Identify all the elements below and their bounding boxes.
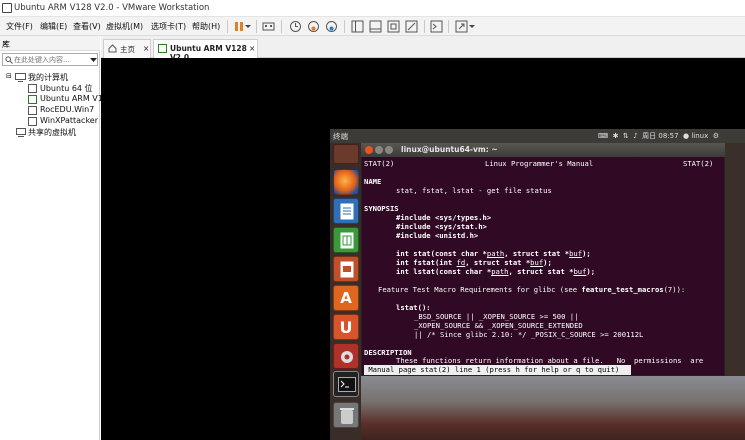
unity-icon[interactable] xyxy=(405,20,418,33)
man-name-heading: NAME xyxy=(364,177,382,186)
send-ctrl-alt-del-icon[interactable] xyxy=(262,20,275,33)
library-panel: 库 × ⊟ 我的计算机 Ubuntu 64 位 Ubuntu ARM V1 Ro… xyxy=(0,36,103,440)
terminal-title-bar[interactable]: linux@ubuntu64-vm: ~ xyxy=(361,143,725,157)
window-title-bar: Ubuntu ARM V128 V2.0 - VMware Workstatio… xyxy=(0,0,745,17)
vm-icon xyxy=(28,117,37,126)
man-status-line: Manual page stat(2) line 1 (press h for … xyxy=(364,365,631,375)
man-description-line: These functions return information about… xyxy=(396,356,704,365)
minimize-icon[interactable] xyxy=(375,146,383,154)
man-proto-stat: int stat(const char *path, struct stat *… xyxy=(396,249,591,258)
maximize-icon[interactable] xyxy=(385,146,393,154)
man-header-center: Linux Programmer's Manual xyxy=(485,159,594,168)
tab-home[interactable]: 主页 × xyxy=(103,39,151,58)
library-search[interactable] xyxy=(2,53,98,66)
user-icon: ● xyxy=(683,132,690,140)
calc-icon[interactable] xyxy=(333,227,359,253)
guest-clock[interactable]: 周日 08:57 xyxy=(642,132,678,140)
revert-snapshot-icon[interactable] xyxy=(307,20,320,33)
search-icon xyxy=(5,56,13,64)
man-lstat-req: lstat(): xyxy=(396,303,431,312)
shared-vms-icon xyxy=(16,128,26,137)
tree-shared-vms[interactable]: 共享的虚拟机 xyxy=(28,127,76,138)
close-icon[interactable]: × xyxy=(249,44,255,53)
menu-file[interactable]: 文件(F) xyxy=(6,21,33,32)
man-include: #include <sys/stat.h> xyxy=(396,222,487,231)
stretch-dropdown-icon[interactable] xyxy=(468,20,476,33)
search-input[interactable] xyxy=(14,55,86,65)
computer-icon xyxy=(15,73,26,82)
snapshot-manager-icon[interactable] xyxy=(325,20,338,33)
console-view-icon[interactable] xyxy=(430,20,443,33)
tree-vm-ubuntu64[interactable]: Ubuntu 64 位 xyxy=(40,83,93,94)
trash-icon[interactable] xyxy=(333,402,359,428)
tab-home-label: 主页 xyxy=(120,45,135,54)
guest-panel-indicators: ⌨ ✱ ⇅ ♪ 周日 08:57 ● linux ⚙ xyxy=(598,131,719,141)
menu-edit[interactable]: 编辑(E) xyxy=(40,21,67,32)
tree-vm-winxp[interactable]: WinXPattacker xyxy=(40,116,98,125)
man-condition: || /* Since glibc 2.10: */ _POSIX_C_SOUR… xyxy=(414,330,644,339)
writer-icon[interactable] xyxy=(333,198,359,224)
dash-icon[interactable] xyxy=(333,144,359,164)
library-header: 库 × xyxy=(0,36,100,51)
snapshot-icon[interactable] xyxy=(289,20,302,33)
vm-running-icon xyxy=(28,95,37,104)
terminal-icon[interactable] xyxy=(333,371,359,397)
terminal-title: linux@ubuntu64-vm: ~ xyxy=(401,145,498,154)
window-title: Ubuntu ARM V128 V2.0 - VMware Workstatio… xyxy=(14,3,210,13)
man-include: #include <unistd.h> xyxy=(396,231,479,240)
man-proto-fstat: int fstat(int fd, struct stat *buf); xyxy=(396,258,552,267)
tab-bar: 主页 × Ubuntu ARM V128 V2.0 × xyxy=(101,36,745,62)
man-proto-lstat: int lstat(const char *path, struct stat … xyxy=(396,267,596,276)
man-synopsis-heading: SYNOPSIS xyxy=(364,204,399,213)
keyboard-icon[interactable]: ⌨ xyxy=(598,132,608,140)
man-condition: _BSD_SOURCE || _XOPEN_SOURCE >= 500 || xyxy=(414,312,579,321)
volume-icon[interactable]: ♪ xyxy=(633,132,637,140)
vm-icon xyxy=(158,44,167,53)
tab-ubuntu-arm[interactable]: Ubuntu ARM V128 V2.0 × xyxy=(153,39,258,62)
close-icon[interactable]: × xyxy=(143,44,149,53)
menu-toolbar: 文件(F) 编辑(E) 查看(V) 虚拟机(M) 选项卡(T) 帮助(H) xyxy=(0,17,745,36)
man-name-line: stat, fstat, lstat - get file status xyxy=(396,186,552,195)
dropdown-arrow-icon[interactable] xyxy=(244,20,252,33)
library-view-icon[interactable] xyxy=(351,20,364,33)
stretch-guest-icon[interactable] xyxy=(455,20,468,33)
tree-vm-rocedu[interactable]: RocEDU.Win7 xyxy=(40,105,94,114)
guest-user[interactable]: linux xyxy=(691,132,708,140)
close-icon[interactable]: × xyxy=(2,39,9,48)
vmware-icon xyxy=(2,3,12,13)
man-header-right: STAT(2) xyxy=(683,159,714,168)
man-header-left: STAT(2) xyxy=(364,159,395,168)
bluetooth-icon[interactable]: ✱ xyxy=(613,132,619,140)
font-viewer-icon[interactable]: A xyxy=(333,285,359,311)
ubuntu-one-icon[interactable]: U xyxy=(333,314,359,340)
network-icon[interactable]: ⇅ xyxy=(623,132,629,140)
man-ftm: Feature Test Macro Requirements for glib… xyxy=(378,285,686,294)
tree-vm-ubuntu-arm[interactable]: Ubuntu ARM V1 xyxy=(40,94,103,103)
menu-view[interactable]: 查看(V) xyxy=(73,21,101,32)
guest-panel-title: 终端 xyxy=(333,132,348,141)
chevron-down-icon[interactable] xyxy=(90,57,97,63)
tree-collapse-toggle[interactable]: ⊟ xyxy=(6,72,12,80)
tree-my-computer[interactable]: 我的计算机 xyxy=(28,72,68,83)
impress-icon[interactable] xyxy=(333,256,359,282)
settings-icon[interactable] xyxy=(333,343,359,369)
home-icon xyxy=(108,44,117,53)
gear-icon[interactable]: ⚙ xyxy=(713,132,719,140)
close-icon[interactable] xyxy=(365,146,373,154)
wallpaper xyxy=(361,376,745,440)
vm-icon xyxy=(28,106,37,115)
fullscreen-icon[interactable] xyxy=(387,20,400,33)
menu-vm[interactable]: 虚拟机(M) xyxy=(106,21,143,32)
thumbnail-view-icon[interactable] xyxy=(369,20,382,33)
man-include: #include <sys/types.h> xyxy=(396,213,492,222)
menu-tabs[interactable]: 选项卡(T) xyxy=(151,21,186,32)
menu-help[interactable]: 帮助(H) xyxy=(192,21,220,32)
man-condition: _XOPEN_SOURCE && _XOPEN_SOURCE_EXTENDED xyxy=(414,321,583,330)
vm-icon xyxy=(28,84,37,93)
firefox-icon[interactable] xyxy=(333,169,359,195)
